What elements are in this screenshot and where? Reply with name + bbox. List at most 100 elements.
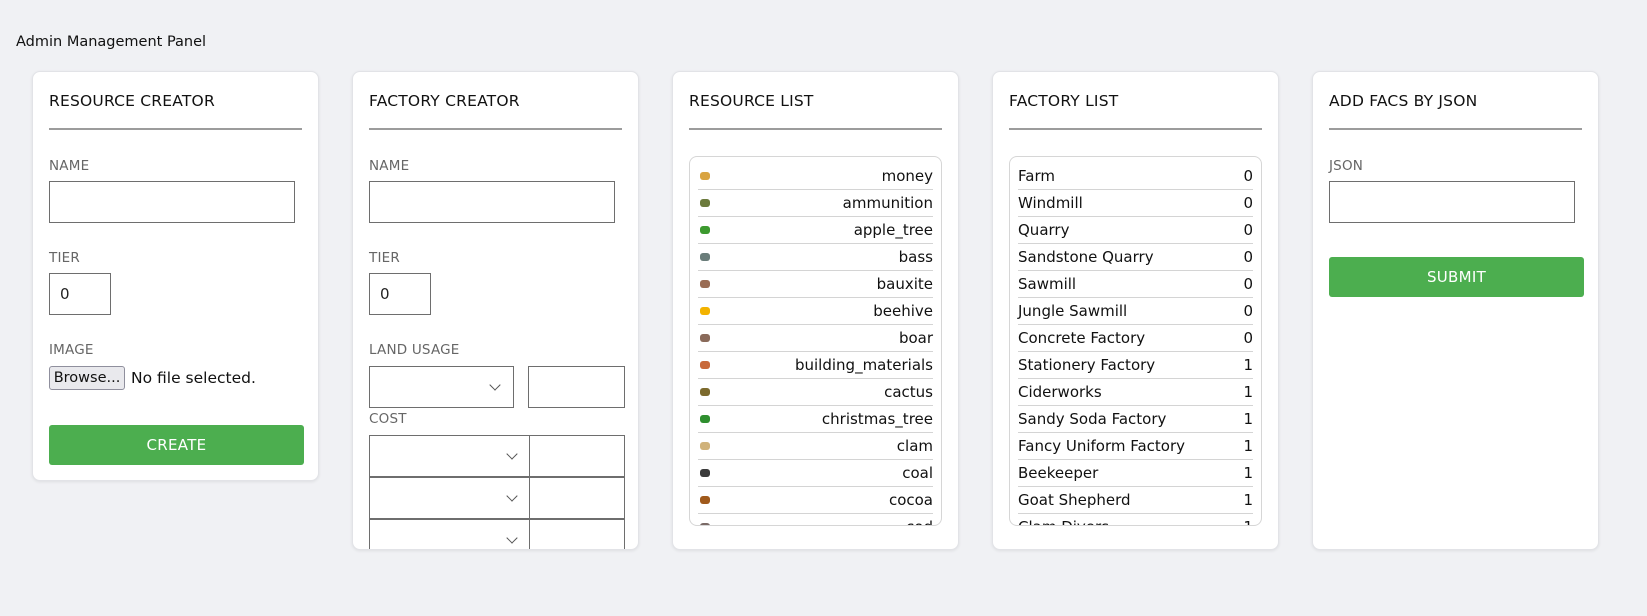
factory-tier: 1: [1243, 410, 1253, 428]
land-usage-label: LAND USAGE: [369, 342, 460, 358]
submit-button[interactable]: SUBMIT: [1329, 257, 1584, 297]
factory-tier-label: TIER: [369, 250, 400, 266]
bass-icon: [698, 250, 712, 264]
factory-name: Sandy Soda Factory: [1018, 410, 1167, 428]
factory-list-item[interactable]: Fancy Uniform Factory 1: [1018, 433, 1253, 460]
cost-resource-select-1[interactable]: [369, 435, 531, 477]
divider: [1009, 128, 1262, 130]
factory-list-item[interactable]: Beekeeper 1: [1018, 460, 1253, 487]
chevron-down-icon: [506, 532, 518, 544]
resource-list-item[interactable]: boar: [698, 325, 933, 352]
resource-creator-card: RESOURCE CREATOR NAME TIER IMAGE Browse.…: [32, 71, 319, 481]
resource-name-input[interactable]: [49, 181, 295, 223]
factory-tier-input[interactable]: [369, 273, 431, 315]
resource-image-label: IMAGE: [49, 342, 94, 358]
factory-list-item[interactable]: Goat Shepherd 1: [1018, 487, 1253, 514]
resource-tier-label: TIER: [49, 250, 80, 266]
resource-list-item[interactable]: cactus: [698, 379, 933, 406]
factory-name: Beekeeper: [1018, 464, 1099, 482]
chevron-down-icon: [489, 379, 501, 391]
factory-tier: 1: [1243, 383, 1253, 401]
factory-list-item[interactable]: Sandy Soda Factory 1: [1018, 406, 1253, 433]
factory-list-item[interactable]: Stationery Factory 1: [1018, 352, 1253, 379]
factory-tier: 0: [1243, 221, 1253, 239]
create-button[interactable]: CREATE: [49, 425, 304, 465]
resource-name: clam: [896, 437, 933, 455]
factory-list[interactable]: Farm 0 Windmill 0 Quarry 0 Sandstone Quarry 0 Sa…: [1009, 156, 1262, 526]
factory-list-title: FACTORY LIST: [1009, 92, 1119, 110]
cost-resource-select-3[interactable]: [369, 519, 531, 549]
factory-tier: 1: [1243, 437, 1253, 455]
resource-name: christmas_tree: [821, 410, 933, 428]
factory-list-item[interactable]: Concrete Factory 0: [1018, 325, 1253, 352]
chevron-down-icon: [506, 490, 518, 502]
factory-tier: 0: [1243, 302, 1253, 320]
cost-amount-input-3[interactable]: [529, 519, 625, 549]
resource-name: apple_tree: [853, 221, 933, 239]
json-label: JSON: [1329, 158, 1364, 174]
resource-list-item[interactable]: ammunition: [698, 190, 933, 217]
resource-name: cactus: [884, 383, 933, 401]
factory-creator-title: FACTORY CREATOR: [369, 92, 520, 110]
resource-list-item[interactable]: beehive: [698, 298, 933, 325]
resource-name: boar: [898, 329, 933, 347]
building-materials-icon: [698, 358, 712, 372]
resource-list-item[interactable]: building_materials: [698, 352, 933, 379]
resource-name: ammunition: [842, 194, 933, 212]
factory-name-label: NAME: [369, 158, 410, 174]
factory-name: Farm: [1018, 167, 1055, 185]
factory-list-item[interactable]: Farm 0: [1018, 163, 1253, 190]
cost-amount-input-2[interactable]: [529, 477, 625, 519]
resource-list-item[interactable]: money: [698, 163, 933, 190]
divider: [689, 128, 942, 130]
cost-amount-input-1[interactable]: [529, 435, 625, 477]
factory-name-input[interactable]: [369, 181, 615, 223]
resource-list-item[interactable]: bass: [698, 244, 933, 271]
resource-name: bass: [898, 248, 933, 266]
apple-tree-icon: [698, 223, 712, 237]
cod-icon: [698, 520, 712, 525]
land-usage-select[interactable]: [369, 366, 514, 408]
divider: [1329, 128, 1582, 130]
beehive-icon: [698, 304, 712, 318]
resource-list-item[interactable]: apple_tree: [698, 217, 933, 244]
resource-list-item[interactable]: cod: [698, 514, 933, 525]
json-input[interactable]: [1329, 181, 1575, 223]
factory-list-item[interactable]: Jungle Sawmill 0: [1018, 298, 1253, 325]
page-title: Admin Management Panel: [16, 34, 207, 50]
christmas-tree-icon: [698, 412, 712, 426]
resource-creator-title: RESOURCE CREATOR: [49, 92, 215, 110]
factory-tier: 1: [1243, 518, 1253, 525]
resource-name: money: [881, 167, 933, 185]
resource-name: cocoa: [888, 491, 933, 509]
resource-name: bauxite: [876, 275, 933, 293]
factory-list-item[interactable]: Quarry 0: [1018, 217, 1253, 244]
factory-creator-card: FACTORY CREATOR NAME TIER LAND USAGE COS…: [352, 71, 639, 550]
factory-list-item[interactable]: Sawmill 0: [1018, 271, 1253, 298]
factory-list-item[interactable]: Ciderworks 1: [1018, 379, 1253, 406]
factory-tier: 1: [1243, 491, 1253, 509]
browse-button[interactable]: Browse...: [49, 366, 125, 390]
resource-tier-input[interactable]: [49, 273, 111, 315]
resource-list[interactable]: money ammunition apple_treebass bauxite beeh…: [689, 156, 942, 526]
file-status-text: No file selected.: [131, 369, 256, 387]
divider: [49, 128, 302, 130]
factory-tier: 0: [1243, 194, 1253, 212]
factory-list-item[interactable]: Sandstone Quarry 0: [1018, 244, 1253, 271]
factory-list-item[interactable]: Clam Divers 1: [1018, 514, 1253, 525]
divider: [369, 128, 622, 130]
money-icon: [698, 169, 712, 183]
resource-list-item[interactable]: coal: [698, 460, 933, 487]
factory-list-item[interactable]: Windmill 0: [1018, 190, 1253, 217]
resource-list-item[interactable]: clam: [698, 433, 933, 460]
factory-tier: 0: [1243, 275, 1253, 293]
resource-list-item[interactable]: bauxite: [698, 271, 933, 298]
resource-list-item[interactable]: christmas_tree: [698, 406, 933, 433]
cost-resource-select-2[interactable]: [369, 477, 531, 519]
factory-name: Quarry: [1018, 221, 1070, 239]
factory-name: Clam Divers: [1018, 518, 1109, 525]
land-usage-input[interactable]: [528, 366, 625, 408]
resource-name-label: NAME: [49, 158, 90, 174]
factory-list-card: FACTORY LIST Farm 0 Windmill 0 Quarry 0 Sandst…: [992, 71, 1279, 550]
resource-list-item[interactable]: cocoa: [698, 487, 933, 514]
